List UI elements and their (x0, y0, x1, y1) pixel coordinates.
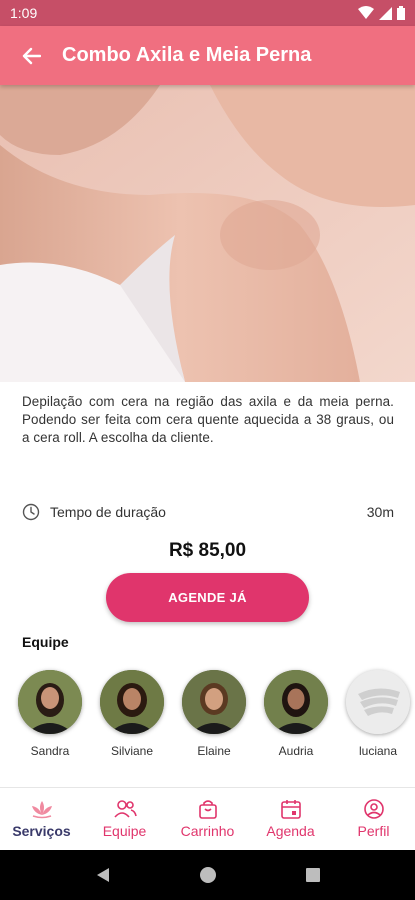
system-nav-bar (0, 850, 415, 900)
app-bar: Combo Axila e Meia Perna (0, 26, 415, 85)
nav-item-servicos[interactable]: Serviços (0, 788, 83, 850)
nav-label: Agenda (266, 823, 315, 839)
placeholder-avatar-icon (346, 670, 410, 734)
team-title: Equipe (22, 634, 69, 650)
duration-value: 30m (366, 504, 394, 520)
duration-row: Tempo de duração 30m (22, 502, 394, 522)
recents-square-icon[interactable] (304, 866, 322, 884)
battery-icon (397, 6, 405, 20)
book-now-button[interactable]: AGENDE JÁ (106, 573, 309, 622)
clock-icon (22, 503, 40, 521)
shopping-bag-icon (198, 800, 217, 819)
nav-label: Perfil (357, 823, 390, 839)
nav-label: Equipe (102, 823, 147, 839)
team-member[interactable]: Elaine (182, 670, 246, 758)
avatar (182, 670, 246, 734)
nav-label: Serviços (12, 823, 71, 839)
bottom-nav: Serviços Equipe Carrinho Agenda Perfil (0, 787, 415, 850)
back-triangle-icon[interactable] (94, 866, 112, 884)
service-price: R$ 85,00 (168, 540, 247, 561)
member-name: Silviane (110, 744, 154, 758)
member-name: luciana (358, 744, 398, 758)
home-circle-icon[interactable] (199, 866, 217, 884)
nav-label: Carrinho (180, 823, 235, 839)
back-button[interactable] (0, 26, 62, 85)
member-name: Audria (278, 744, 314, 758)
nav-item-agenda[interactable]: Agenda (249, 788, 332, 850)
status-time: 1:09 (10, 5, 38, 21)
duration-label: Tempo de duração (50, 504, 166, 520)
status-bar: 1:09 (0, 0, 415, 26)
lotus-icon (31, 801, 52, 819)
team-member[interactable]: Audria (264, 670, 328, 758)
people-icon (113, 800, 137, 818)
member-name: Sandra (30, 744, 70, 758)
wifi-icon (358, 6, 374, 19)
signal-icon (379, 6, 392, 20)
avatar (264, 670, 328, 734)
nav-item-perfil[interactable]: Perfil (332, 788, 415, 850)
team-list[interactable]: Sandra Silviane Elaine Audria luciana (0, 670, 415, 770)
nav-item-carrinho[interactable]: Carrinho (166, 788, 249, 850)
member-name: Elaine (197, 744, 231, 758)
service-description: Depilação com cera na região das axila e… (22, 394, 394, 445)
page-title: Combo Axila e Meia Perna (62, 44, 312, 66)
nav-item-equipe[interactable]: Equipe (83, 788, 166, 850)
avatar (100, 670, 164, 734)
service-image (0, 85, 415, 382)
team-member[interactable]: Sandra (18, 670, 82, 758)
team-member[interactable]: luciana (346, 670, 410, 758)
avatar (346, 670, 410, 734)
arrow-left-icon (22, 47, 41, 64)
profile-icon (363, 799, 384, 819)
calendar-icon (280, 800, 301, 819)
status-icons (358, 6, 405, 20)
team-member[interactable]: Silviane (100, 670, 164, 758)
avatar (18, 670, 82, 734)
